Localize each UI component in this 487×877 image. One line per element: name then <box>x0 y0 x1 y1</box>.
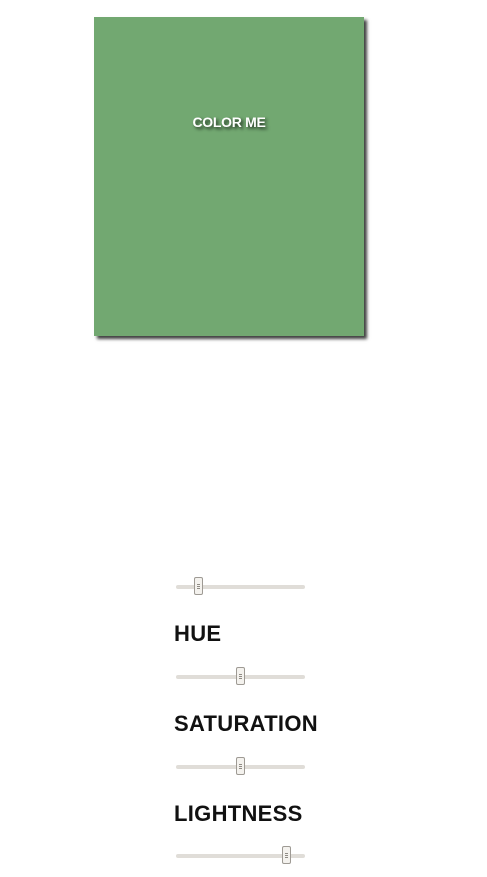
hue-label: HUE <box>174 621 222 646</box>
slider-thumb[interactable] <box>194 577 203 595</box>
page: COLOR ME HUE SATURATION LIGHTNESS <box>0 0 487 877</box>
lightness-slider[interactable] <box>176 846 305 866</box>
slider-thumb[interactable] <box>236 667 245 685</box>
color-me-label: COLOR ME <box>192 114 266 130</box>
slider-unlabeled[interactable] <box>176 577 305 597</box>
grip-line-icon <box>239 678 242 679</box>
grip-line-icon <box>239 768 242 769</box>
grip-line-icon <box>285 853 288 854</box>
saturation-label: SATURATION <box>174 711 318 736</box>
grip-line-icon <box>239 676 242 677</box>
grip-line-icon <box>285 857 288 858</box>
hue-slider[interactable] <box>176 667 305 687</box>
grip-line-icon <box>197 586 200 587</box>
slider-thumb[interactable] <box>282 846 291 864</box>
lightness-label: LIGHTNESS <box>174 801 303 826</box>
grip-line-icon <box>285 855 288 856</box>
grip-line-icon <box>197 588 200 589</box>
slider-thumb[interactable] <box>236 757 245 775</box>
grip-line-icon <box>239 764 242 765</box>
saturation-slider[interactable] <box>176 757 305 777</box>
grip-line-icon <box>239 766 242 767</box>
grip-line-icon <box>197 584 200 585</box>
grip-line-icon <box>239 674 242 675</box>
color-swatch-box[interactable]: COLOR ME <box>94 17 364 336</box>
